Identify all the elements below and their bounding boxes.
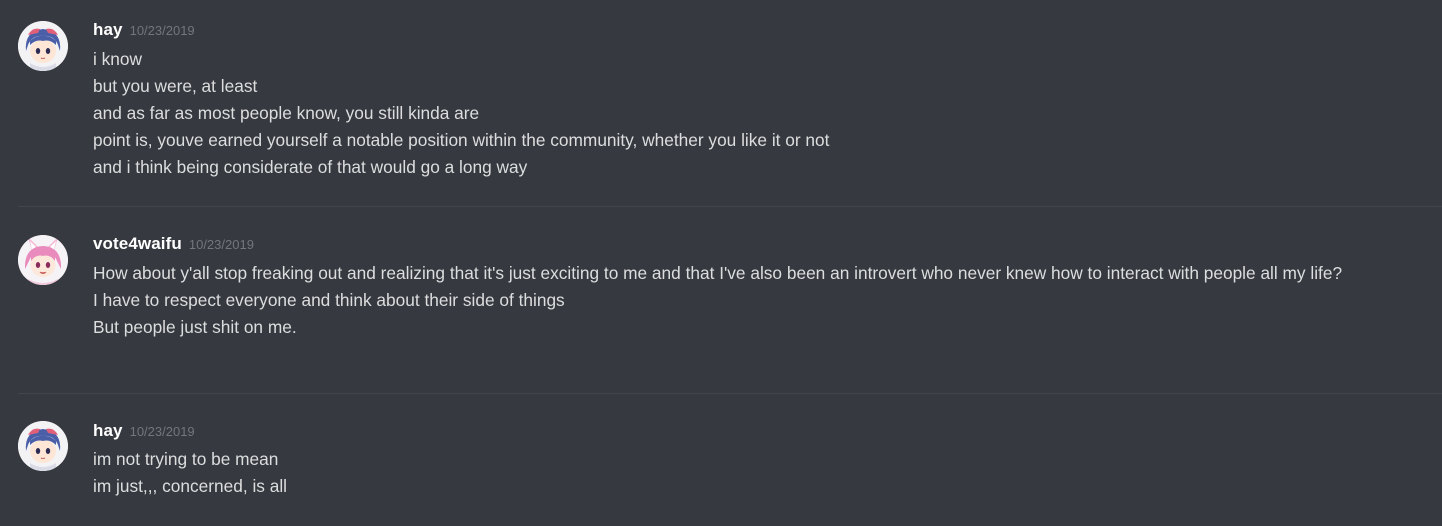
timestamp: 10/23/2019 bbox=[129, 424, 195, 439]
message-header: hay 10/23/2019 bbox=[93, 20, 195, 44]
message-divider bbox=[18, 393, 1442, 394]
message-line: im just,,, concerned, is all bbox=[93, 476, 288, 496]
username[interactable]: hay bbox=[93, 20, 123, 40]
avatar[interactable] bbox=[18, 235, 68, 285]
anime-girl-avatar-icon bbox=[18, 235, 68, 285]
timestamp: 10/23/2019 bbox=[129, 23, 195, 38]
message-header: vote4waifu 10/23/2019 bbox=[93, 234, 254, 258]
message-divider bbox=[18, 206, 1442, 207]
message-line: I have to respect everyone and think abo… bbox=[93, 290, 565, 310]
message-content: i know but you were, at least and as far… bbox=[93, 46, 1428, 181]
message-line: and i think being considerate of that wo… bbox=[93, 157, 528, 177]
timestamp: 10/23/2019 bbox=[188, 237, 254, 252]
username[interactable]: hay bbox=[93, 421, 123, 441]
message-line: im not trying to be mean bbox=[93, 449, 279, 469]
message-header: hay 10/23/2019 bbox=[93, 421, 195, 445]
message-line: point is, youve earned yourself a notabl… bbox=[93, 130, 830, 150]
message-content: im not trying to be mean im just,,, conc… bbox=[93, 446, 1428, 500]
message-line: but you were, at least bbox=[93, 76, 258, 96]
message-content: How about y'all stop freaking out and re… bbox=[93, 260, 1428, 341]
anime-girl-avatar-icon bbox=[18, 421, 68, 471]
message-line: and as far as most people know, you stil… bbox=[93, 103, 480, 123]
anime-girl-avatar-icon bbox=[18, 21, 68, 71]
message-line: But people just shit on me. bbox=[93, 317, 297, 337]
avatar[interactable] bbox=[18, 21, 68, 71]
message-line: How about y'all stop freaking out and re… bbox=[93, 263, 1343, 283]
message-line: i know bbox=[93, 49, 142, 69]
username[interactable]: vote4waifu bbox=[93, 234, 182, 254]
avatar[interactable] bbox=[18, 421, 68, 471]
